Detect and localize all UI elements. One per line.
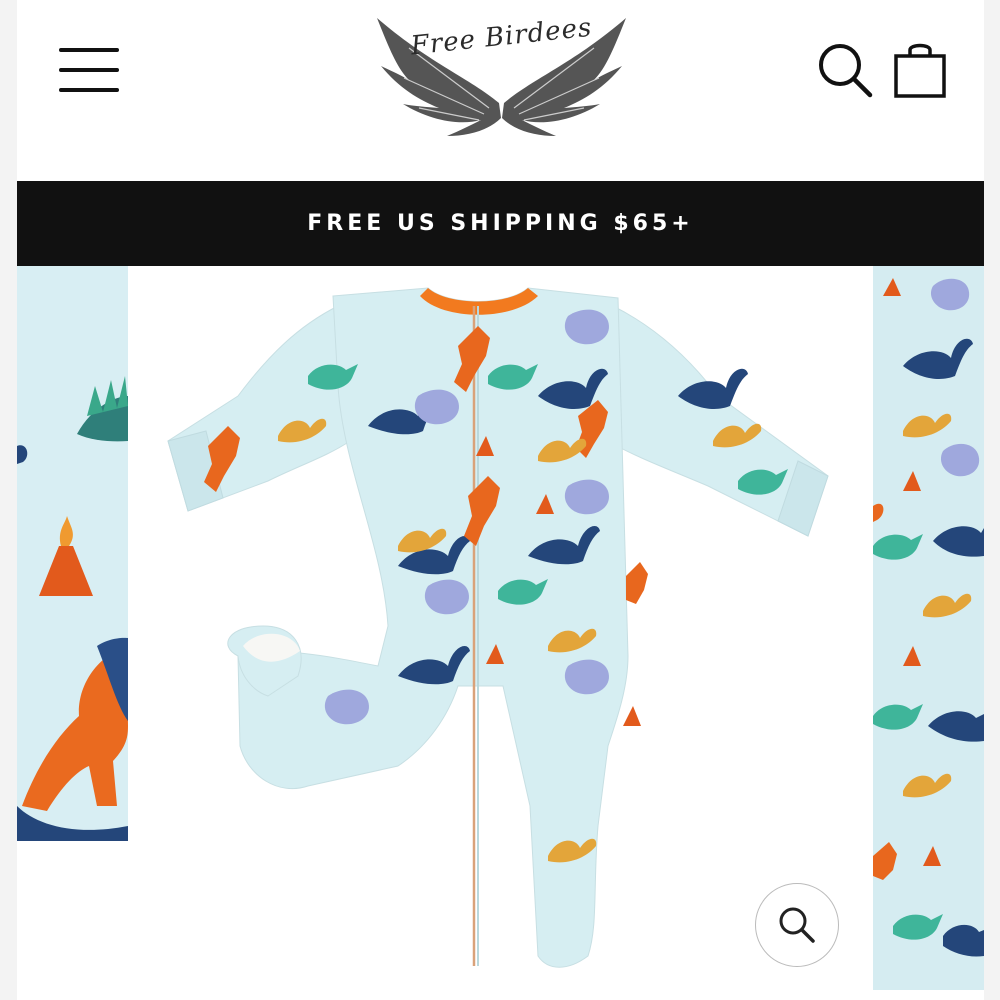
zoom-button[interactable]: [755, 883, 839, 967]
announcement-bar[interactable]: FREE US SHIPPING $65+: [17, 181, 984, 266]
product-gallery[interactable]: [17, 266, 984, 1000]
pajama-illustration: [167, 287, 829, 968]
product-image-main[interactable]: [128, 266, 873, 1000]
site-logo[interactable]: Free Birdees: [369, 8, 634, 138]
product-page: Free Birdees FREE US SHIPPING $65+: [17, 0, 984, 1000]
search-icon[interactable]: [817, 42, 873, 98]
zoom-icon: [779, 907, 815, 943]
previous-slide-image[interactable]: [17, 266, 128, 841]
announcement-text: FREE US SHIPPING $65+: [307, 211, 694, 236]
left-page-edge: [0, 0, 17, 1000]
right-page-edge: [984, 0, 1000, 1000]
hamburger-menu-icon[interactable]: [59, 44, 121, 94]
next-slide-image[interactable]: [873, 266, 984, 990]
shopping-bag-icon[interactable]: [893, 40, 947, 100]
